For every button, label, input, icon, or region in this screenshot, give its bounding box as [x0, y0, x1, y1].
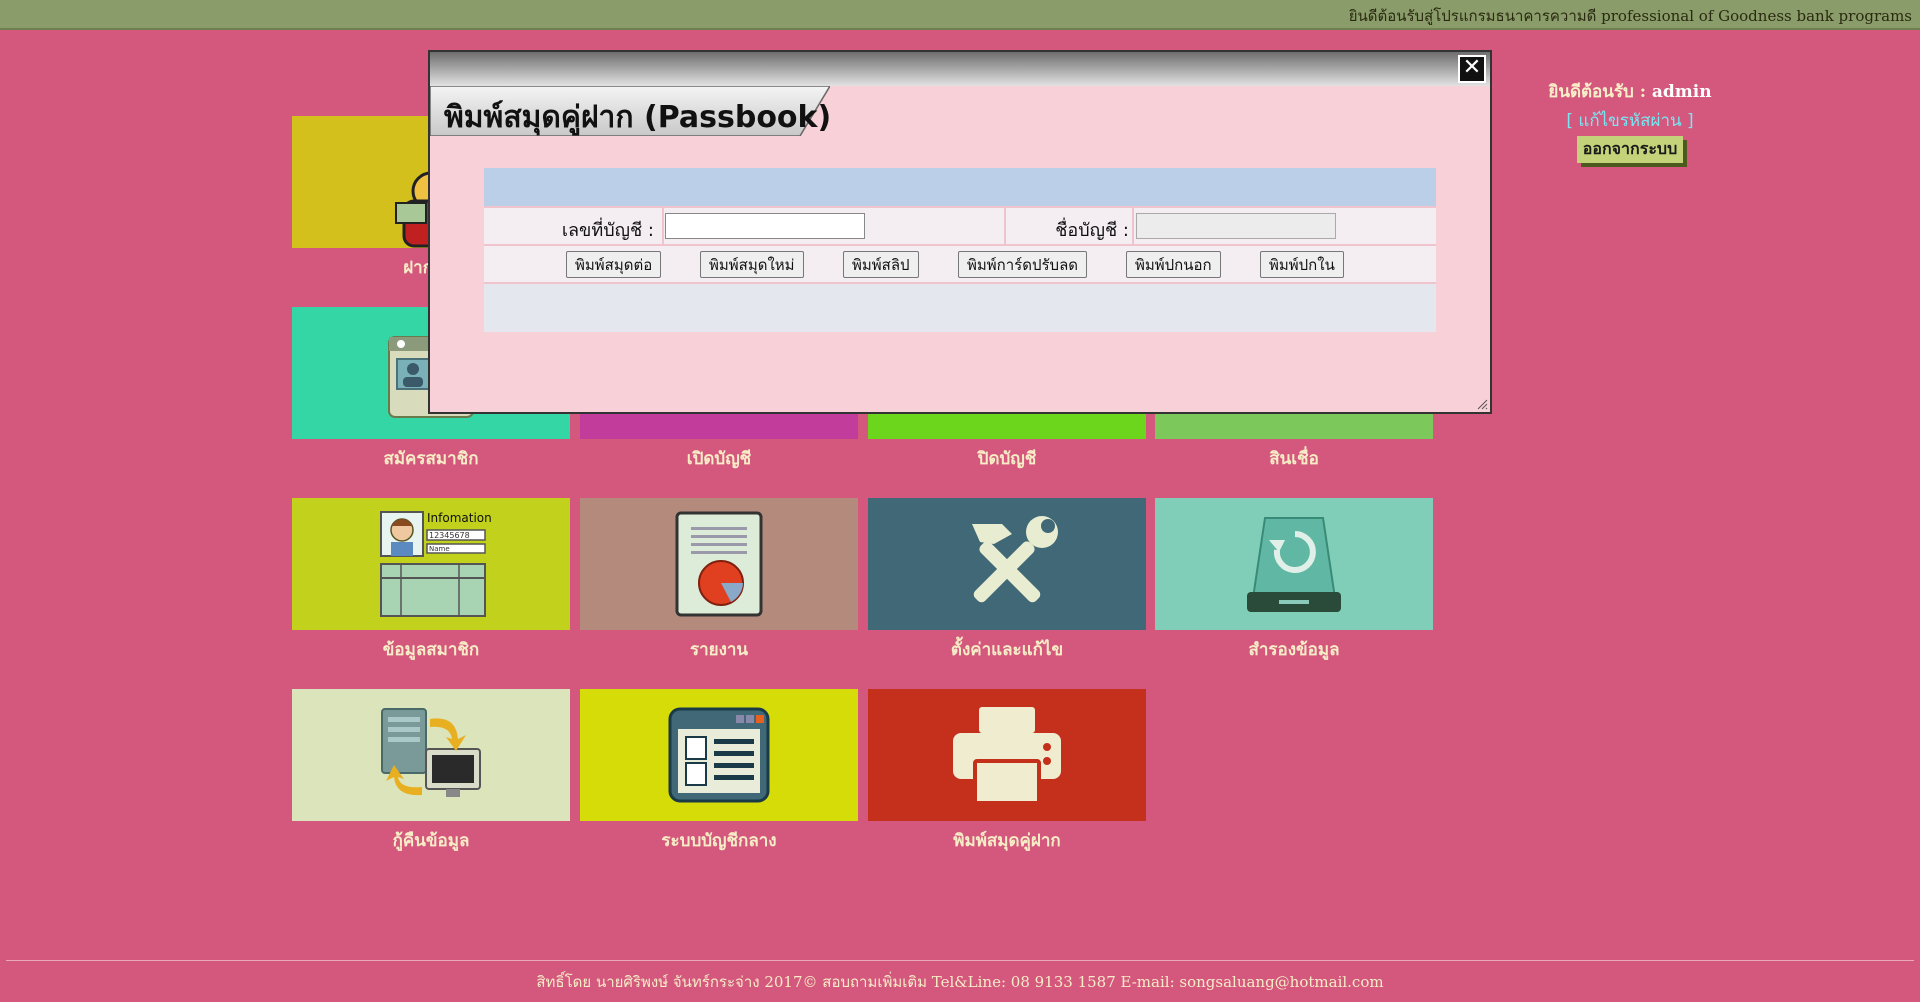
- print-slip-button[interactable]: พิมพ์สลิป: [843, 251, 919, 278]
- resize-grip-icon[interactable]: [1476, 398, 1488, 410]
- topbar-welcome-text: ยินดีต้อนรับสู่โปรแกรมธนาคารความดี profe…: [1348, 7, 1912, 25]
- tile-backup[interactable]: [1155, 498, 1433, 630]
- ledger-window-icon: [668, 707, 770, 803]
- passbook-form: เลขที่บัญชี : ชื่อบัญชี : พิมพ์สมุดต่อ พ…: [484, 168, 1436, 332]
- close-icon[interactable]: ✕: [1458, 55, 1486, 83]
- form-footer: [484, 282, 1436, 332]
- member-info-icon: Infomation 12345678 Name: [380, 511, 491, 617]
- user-panel: ยินดีต้อนรับ : admin [ แก้ไขรหัสผ่าน ] อ…: [1500, 78, 1760, 163]
- print-outer-cover-button[interactable]: พิมพ์ปกนอก: [1126, 251, 1221, 278]
- tile-label-backup: สำรองข้อมูล: [1248, 640, 1340, 660]
- backup-drive-icon: [1247, 517, 1341, 612]
- footer-divider: [6, 960, 1914, 961]
- modal-titlebar[interactable]: ✕: [430, 52, 1490, 86]
- tile-member-info[interactable]: Infomation 12345678 Name: [292, 498, 570, 630]
- print-inner-cover-button[interactable]: พิมพ์ปกใน: [1260, 251, 1344, 278]
- tile-label-settings: ตั้งค่าและแก้ไข: [950, 640, 1064, 660]
- logout-button[interactable]: ออกจากระบบ: [1576, 136, 1684, 163]
- tile-label-report: รายงาน: [689, 640, 749, 660]
- tile-label-print-passbook: พิมพ์สมุดคู่ฝาก: [953, 831, 1061, 851]
- tile-label-ledger: ระบบบัญชีกลาง: [661, 831, 777, 851]
- change-password-link[interactable]: [ แก้ไขรหัสผ่าน ]: [1500, 107, 1760, 134]
- modal-heading: พิมพ์สมุดคู่ฝาก (Passbook): [430, 86, 831, 136]
- member-info-icon-title: Infomation: [427, 511, 491, 525]
- tile-label-loan: สินเชื่อ: [1269, 449, 1319, 469]
- top-bar: ยินดีต้อนรับสู่โปรแกรมธนาคารความดี profe…: [0, 0, 1920, 30]
- report-icon: [675, 511, 763, 617]
- modal-title: พิมพ์สมุดคู่ฝาก (Passbook): [444, 100, 832, 135]
- account-name-label: ชื่อบัญชี :: [1055, 220, 1129, 241]
- column-divider: [662, 208, 664, 244]
- welcome-prefix: ยินดีต้อนรับ :: [1548, 82, 1652, 102]
- restore-data-icon: [381, 708, 481, 797]
- settings-tools-icon: [972, 516, 1058, 603]
- account-name-input[interactable]: [1136, 213, 1336, 239]
- member-info-icon-name: Name: [429, 545, 450, 553]
- account-no-label: เลขที่บัญชี :: [561, 220, 654, 241]
- print-continue-button[interactable]: พิมพ์สมุดต่อ: [566, 251, 662, 278]
- tile-label-restore: กู้คืนข้อมูล: [392, 831, 470, 851]
- welcome-user: ยินดีต้อนรับ : admin: [1500, 78, 1760, 105]
- member-info-icon-number: 12345678: [429, 531, 470, 540]
- form-header: [484, 168, 1436, 206]
- tile-label-open-account: เปิดบัญชี: [686, 449, 752, 469]
- printer-icon: [953, 707, 1061, 805]
- tile-print-passbook[interactable]: [868, 689, 1146, 821]
- form-row-account: เลขที่บัญชี : ชื่อบัญชี :: [484, 206, 1436, 244]
- tile-settings[interactable]: [868, 498, 1146, 630]
- tile-restore[interactable]: [292, 689, 570, 821]
- tile-report[interactable]: [580, 498, 858, 630]
- username: admin: [1651, 82, 1712, 102]
- print-adjust-card-button[interactable]: พิมพ์การ์ดปรับลด: [958, 251, 1087, 278]
- column-divider: [1132, 208, 1134, 244]
- print-new-book-button[interactable]: พิมพ์สมุดใหม่: [700, 251, 804, 278]
- tile-label-member-info: ข้อมูลสมาชิก: [382, 640, 480, 660]
- passbook-modal: ✕ พิมพ์สมุดคู่ฝาก (Passbook) เลขที่บัญชี…: [428, 50, 1492, 414]
- footer-copyright: สิทธิ์โดย นายศิริพงษ์ จันทร์กระจ่าง 2017…: [536, 973, 1384, 991]
- form-row-buttons: พิมพ์สมุดต่อ พิมพ์สมุดใหม่ พิมพ์สลิป พิม…: [484, 244, 1436, 282]
- account-no-input[interactable]: [665, 213, 865, 239]
- tile-ledger[interactable]: [580, 689, 858, 821]
- tile-label-close-account: ปิดบัญชี: [977, 449, 1037, 469]
- tile-label-register-member: สมัครสมาชิก: [383, 449, 479, 469]
